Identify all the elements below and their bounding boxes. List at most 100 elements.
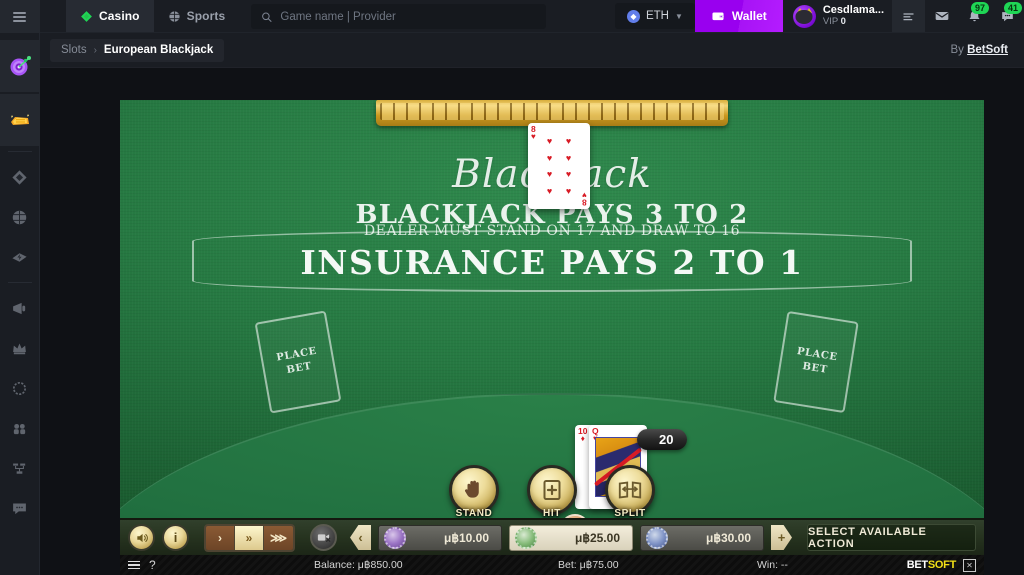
breadcrumb-bar: Slots › European Blackjack By BetSoft: [40, 33, 1024, 68]
sports-ball-icon: [12, 210, 27, 224]
chip-amount-30: μ฿30.00: [705, 530, 751, 545]
speed-slow-button[interactable]: ›: [206, 525, 235, 550]
sidebar-item-affiliate[interactable]: [0, 408, 40, 448]
sidebar-item-casino[interactable]: [0, 157, 40, 197]
dealer-card-rank-tl: 8 ♥: [531, 125, 536, 141]
balance-display: Balance: μ฿850.00: [314, 559, 403, 571]
search-input[interactable]: [280, 10, 537, 23]
sidebar-item-promo[interactable]: [0, 288, 40, 328]
eth-icon: ◆: [626, 9, 640, 23]
tab-sports[interactable]: Sports: [154, 0, 240, 32]
sidebar-item-races[interactable]: [0, 368, 40, 408]
dealer-card-suit-2: ♥: [582, 190, 587, 200]
chat-badge: 41: [1003, 2, 1022, 14]
place-bet-label: PLACE BET: [796, 345, 839, 376]
envelope-icon: [935, 12, 948, 20]
stand-button[interactable]: STAND: [449, 465, 499, 519]
left-sidebar: [0, 0, 40, 575]
win-label: Win:: [757, 559, 778, 571]
speed-fast-button[interactable]: »: [235, 525, 264, 550]
arrow-right-icon: +: [777, 530, 786, 545]
mail-button[interactable]: [925, 0, 958, 32]
action-buttons: STAND HIT SPLIT: [449, 465, 655, 519]
game-menu-button[interactable]: [128, 559, 140, 572]
sound-button[interactable]: [128, 524, 155, 551]
sports-ball-icon: [168, 10, 180, 22]
sidebar-item-bets[interactable]: [0, 237, 40, 277]
app-root: Casino Sports ◆: [0, 0, 1024, 575]
hand-total-badge: 20: [637, 429, 688, 450]
top-navigation-bar: Casino Sports ◆: [40, 0, 1024, 33]
hamburger-icon: [13, 10, 26, 24]
nav-tabs: Casino Sports: [40, 0, 239, 32]
megaphone-icon: [13, 302, 26, 314]
chip-option-30[interactable]: μ฿30.00: [640, 524, 764, 551]
sidebar-item-network[interactable]: [0, 448, 40, 488]
chat-button[interactable]: 41: [991, 0, 1024, 32]
game-canvas[interactable]: Blackjack BLACKJACK PAYS 3 TO 2 DEALER M…: [120, 100, 984, 575]
sidebar-divider-2: [7, 282, 32, 283]
chevron-down-icon: ▼: [674, 11, 683, 21]
chip-amount-25: μ฿25.00: [574, 530, 620, 545]
chip-prev-button[interactable]: ‹: [350, 525, 371, 550]
chip-option-25[interactable]: μ฿25.00: [509, 524, 633, 551]
provider-prefix: By: [950, 44, 964, 56]
currency-label: ETH: [645, 10, 669, 22]
info-button[interactable]: i: [162, 524, 189, 551]
sidebar-item-rewards[interactable]: [0, 94, 40, 146]
vip-level: 0: [840, 15, 846, 27]
user-profile[interactable]: Cesdlama... VIP 0: [783, 0, 892, 32]
sidebar-item-chat[interactable]: [0, 488, 40, 528]
sidebar-menu-toggle[interactable]: [0, 0, 40, 33]
wallet-icon: [712, 12, 724, 21]
dealer-card-suit: ♥: [531, 132, 536, 142]
notifications-button[interactable]: 97: [958, 0, 991, 32]
casino-diamond-icon: [12, 169, 27, 185]
tab-casino[interactable]: Casino: [66, 0, 154, 32]
split-button[interactable]: SPLIT: [605, 465, 655, 519]
user-vip: VIP 0: [822, 15, 884, 28]
network-tree-icon: [13, 463, 26, 474]
breadcrumb-parent[interactable]: Slots: [61, 44, 87, 56]
affiliate-people-icon: [13, 423, 26, 434]
place-bet-box-right[interactable]: PLACE BET: [773, 310, 859, 414]
help-button[interactable]: ?: [149, 558, 156, 572]
balance-value: μ฿850.00: [357, 559, 403, 571]
speaker-icon: [136, 533, 148, 542]
search-bar[interactable]: [251, 4, 547, 29]
betsoft-logo-second: SOFT: [927, 559, 956, 571]
game-stage: Blackjack BLACKJACK PAYS 3 TO 2 DEALER M…: [40, 68, 1024, 575]
dealer-card: 8 ♥ 8 ♥ ♥ ♥ ♥ ♥ ♥ ♥ ♥ ♥: [528, 123, 590, 209]
autoplay-button[interactable]: [310, 524, 337, 551]
avatar: [792, 4, 816, 28]
sidebar-item-vip[interactable]: [0, 328, 40, 368]
info-icon: i: [173, 530, 178, 545]
bets-lightning-icon: [12, 252, 27, 262]
sidebar-item-sports[interactable]: [0, 197, 40, 237]
provider-name[interactable]: BetSoft: [967, 44, 1008, 56]
hand-icon: [464, 480, 479, 498]
breadcrumb: Slots › European Blackjack: [50, 38, 225, 62]
list-button[interactable]: [892, 0, 925, 32]
dealer-card-rank-br: 8 ♥: [582, 190, 587, 208]
currency-selector[interactable]: ◆ ETH ▼: [614, 3, 695, 29]
sidebar-nav-primary: [0, 157, 40, 277]
medal-icon: [12, 381, 27, 395]
balance-label: Balance:: [314, 559, 355, 571]
wallet-button[interactable]: Wallet: [694, 0, 783, 32]
sidebar-divider: [7, 151, 32, 152]
bet-value: μ฿75.00: [579, 559, 619, 571]
card-plus-icon: [543, 480, 561, 500]
vip-label: VIP: [822, 15, 838, 27]
hit-button[interactable]: HIT: [527, 465, 577, 519]
chip-option-10[interactable]: μ฿10.00: [378, 524, 502, 551]
fullscreen-icon[interactable]: ✕: [963, 558, 976, 572]
bet-label: Bet:: [558, 559, 577, 571]
crown-icon: [13, 343, 26, 354]
table-insurance-line: INSURANCE PAYS 2 TO 1: [300, 243, 804, 282]
sidebar-item-promotions[interactable]: [0, 40, 40, 92]
chip-next-button[interactable]: +: [771, 525, 792, 550]
user-meta: Cesdlama... VIP 0: [823, 4, 884, 28]
action-message: SELECT AVAILABLE ACTION: [807, 524, 976, 551]
speed-turbo-button[interactable]: ⋙: [264, 525, 293, 550]
